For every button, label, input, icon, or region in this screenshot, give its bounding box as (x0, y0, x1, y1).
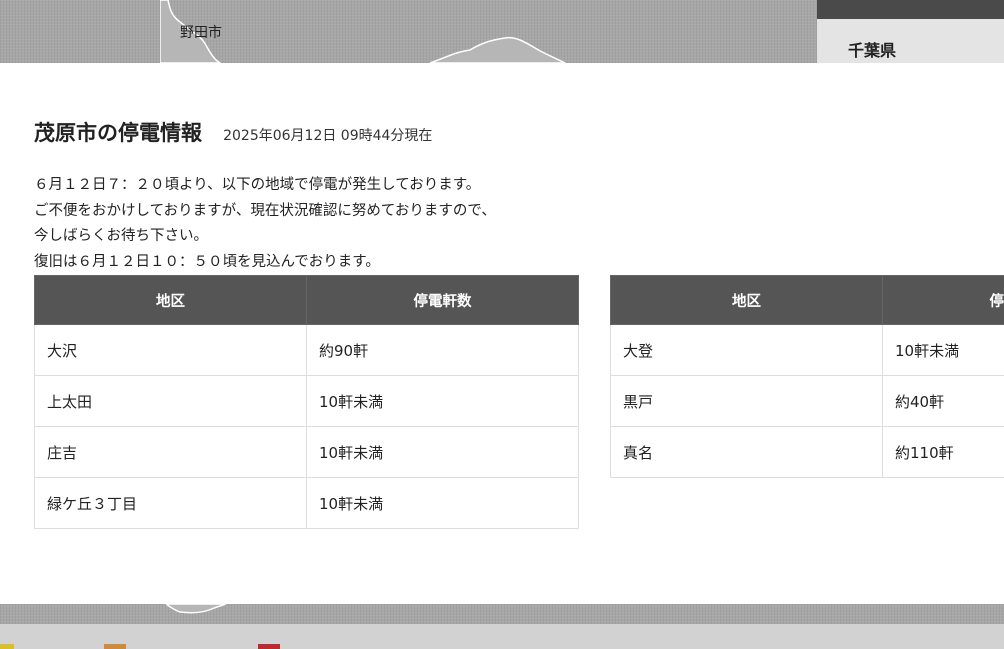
table-row: 庄吉 10軒未満 (34, 426, 579, 478)
side-panel-header (817, 0, 1004, 19)
map-land-shapes (160, 0, 566, 63)
legend-swatch-red (258, 644, 280, 649)
column-header-count: 停電軒数 (306, 275, 579, 325)
table-row: 大登 10軒未満 (610, 324, 1004, 376)
count-cell: 約110軒 (882, 426, 1004, 478)
area-cell: 上太田 (34, 375, 307, 427)
update-timestamp: 2025年06月12日 09時44分現在 (223, 128, 433, 144)
count-cell: 約90軒 (306, 324, 579, 376)
legend-swatch-yellow (0, 644, 14, 649)
outage-table-left: 地区 停電軒数 大沢 約90軒 上太田 10軒未満 庄吉 10軒未満 緑ケ丘３丁… (34, 275, 579, 529)
prefecture-link-chiba[interactable]: 千葉県 (848, 37, 896, 61)
notice-line: 今しばらくお待ち下さい。 (34, 228, 208, 245)
legend-bar (0, 624, 1004, 649)
legend-swatch-orange (104, 644, 126, 649)
outage-table-right: 地区 停電軒数 大登 10軒未満 黒戸 約40軒 真名 約110軒 (610, 275, 1004, 478)
column-header-count: 停電軒数 (882, 275, 1004, 325)
table-row: 緑ケ丘３丁目 10軒未満 (34, 477, 579, 529)
area-cell: 庄吉 (34, 426, 307, 478)
prefecture-side-panel: 千葉県 (817, 0, 1004, 63)
table-row: 上太田 10軒未満 (34, 375, 579, 427)
map-label-noda: 野田市 (180, 25, 222, 41)
table-header-row: 地区 停電軒数 (610, 275, 1004, 325)
count-cell: 10軒未満 (882, 324, 1004, 376)
table-row: 真名 約110軒 (610, 426, 1004, 478)
table-row: 黒戸 約40軒 (610, 375, 1004, 427)
notice-line: ６月１２日７：２０頃より、以下の地域で停電が発生しております。 (34, 177, 481, 193)
table-row: 大沢 約90軒 (34, 324, 579, 376)
count-cell: 約40軒 (882, 375, 1004, 427)
modal-title-row: 茂原市の停電情報 2025年06月12日 09時44分現在 (34, 117, 432, 147)
table-header-row: 地区 停電軒数 (34, 275, 579, 325)
column-header-area: 地区 (610, 275, 883, 325)
notice-line: 復旧は６月１２日１０：５０頃を見込んでおります。 (34, 254, 380, 271)
page-title: 茂原市の停電情報 (34, 121, 202, 145)
area-cell: 真名 (610, 426, 883, 478)
column-header-area: 地区 (34, 275, 307, 325)
count-cell: 10軒未満 (306, 426, 579, 478)
count-cell: 10軒未満 (306, 375, 579, 427)
outage-notice: ６月１２日７：２０頃より、以下の地域で停電が発生しております。 ご不便をおかけして… (34, 173, 496, 276)
map-land-bottom (166, 604, 226, 614)
area-cell: 黒戸 (610, 375, 883, 427)
count-cell: 10軒未満 (306, 477, 579, 529)
area-cell: 大沢 (34, 324, 307, 376)
area-cell: 緑ケ丘３丁目 (34, 477, 307, 529)
outage-info-modal: 茂原市の停電情報 2025年06月12日 09時44分現在 ６月１２日７：２０頃… (0, 63, 1004, 604)
area-cell: 大登 (610, 324, 883, 376)
notice-line: ご不便をおかけしておりますが、現在状況確認に努めておりますので、 (34, 202, 496, 219)
